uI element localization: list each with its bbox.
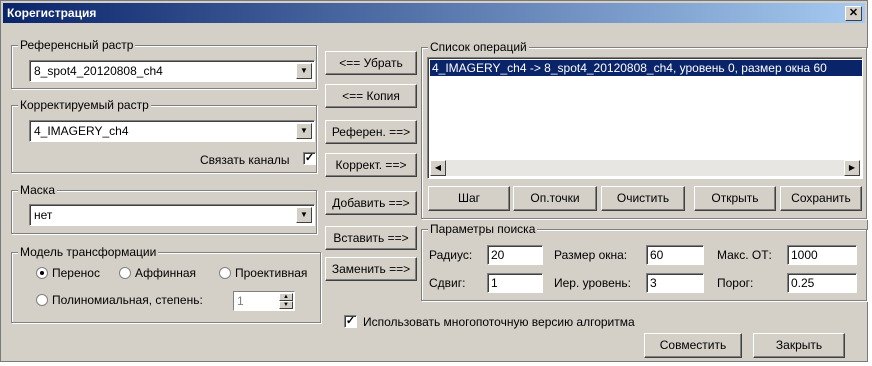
transform-model-group: Модель трансформации xyxy=(11,245,321,323)
chevron-down-icon[interactable]: ▼ xyxy=(296,63,312,79)
chevron-down-icon[interactable]: ▼ xyxy=(296,123,312,139)
transform-projective-radio[interactable] xyxy=(219,267,231,279)
step-button[interactable]: Шаг xyxy=(428,186,510,211)
transform-projective-label: Проективная xyxy=(235,266,308,280)
transform-affine-label: Аффинная xyxy=(135,266,197,280)
replace-button-label: Заменить ==> xyxy=(331,262,411,276)
title-bar: Корегистрация ✕ xyxy=(3,3,865,23)
window-size-label: Размер окна: xyxy=(554,248,628,262)
multithread-label: Использовать многопоточную версию алгори… xyxy=(363,315,635,329)
window-size-input[interactable]: 60 xyxy=(646,245,704,265)
transform-translate-label: Перенос xyxy=(52,266,100,280)
shift-input[interactable]: 1 xyxy=(487,273,543,293)
corrected-raster-label: Корректируемый растр xyxy=(18,98,151,112)
reference-button[interactable]: Референ. ==> xyxy=(325,120,417,144)
open-button-label: Открыть xyxy=(711,191,759,205)
mask-select[interactable]: нет ▼ xyxy=(29,204,315,226)
mask-value: нет xyxy=(34,208,53,222)
control-points-button-label: Оп.точки xyxy=(530,191,580,205)
reference-raster-label: Референсный растр xyxy=(18,38,136,52)
replace-button[interactable]: Заменить ==> xyxy=(325,257,417,281)
link-channels-checkbox[interactable]: ✓ xyxy=(303,152,316,165)
max-points-label: Макс. ОТ: xyxy=(717,248,772,262)
correct-button-label: Коррект. ==> xyxy=(335,158,407,172)
reference-button-label: Референ. ==> xyxy=(331,125,411,139)
scroll-right-icon[interactable]: ▶ xyxy=(844,160,860,176)
spin-down-icon[interactable]: ▼ xyxy=(279,301,293,309)
coregistration-dialog: Корегистрация ✕ Референсный растр 8_spot… xyxy=(0,0,868,362)
horizontal-scrollbar[interactable]: ◀ ▶ xyxy=(430,160,860,176)
radius-label: Радиус: xyxy=(429,248,473,262)
operations-label: Список операций xyxy=(428,40,529,54)
close-button-label: Закрыть xyxy=(775,338,823,352)
link-channels-label: Связать каналы xyxy=(200,153,290,167)
reference-raster-value: 8_spot4_20120808_ch4 xyxy=(34,64,163,78)
chevron-down-icon[interactable]: ▼ xyxy=(296,207,312,223)
add-button-label: Добавить ==> xyxy=(332,196,410,210)
step-button-label: Шаг xyxy=(457,191,481,205)
transform-polynomial-label: Полиномиальная, степень: xyxy=(52,293,203,307)
correct-button[interactable]: Коррект. ==> xyxy=(325,153,417,177)
threshold-label: Порог: xyxy=(717,276,754,290)
insert-button[interactable]: Вставить ==> xyxy=(325,226,417,250)
transform-model-label: Модель трансформации xyxy=(18,245,159,259)
search-params-label: Параметры поиска xyxy=(428,222,538,236)
clear-button-label: Очистить xyxy=(616,191,670,205)
remove-button-label: <== Убрать xyxy=(339,56,403,70)
close-button[interactable]: Закрыть xyxy=(753,333,845,358)
apply-button-label: Совместить xyxy=(659,338,727,352)
radius-input[interactable]: 20 xyxy=(487,245,543,265)
polynomial-degree-value: 1 xyxy=(237,294,244,308)
reference-raster-select[interactable]: 8_spot4_20120808_ch4 ▼ xyxy=(29,60,315,82)
add-button[interactable]: Добавить ==> xyxy=(325,191,417,215)
close-icon[interactable]: ✕ xyxy=(845,6,862,21)
insert-button-label: Вставить ==> xyxy=(333,231,409,245)
shift-label: Сдвиг: xyxy=(429,276,466,290)
corrected-raster-value: 4_IMAGERY_ch4 xyxy=(34,124,129,138)
mask-label: Маска xyxy=(18,183,57,197)
clear-button[interactable]: Очистить xyxy=(601,186,685,211)
copy-button-label: <== Копия xyxy=(342,89,400,103)
transform-translate-radio[interactable] xyxy=(36,267,48,279)
apply-button[interactable]: Совместить xyxy=(644,333,742,358)
window-title: Корегистрация xyxy=(7,6,97,20)
hierarchy-level-label: Иер. уровень: xyxy=(554,276,631,290)
max-points-input[interactable]: 1000 xyxy=(787,245,857,265)
multithread-checkbox[interactable]: ✓ xyxy=(344,315,357,328)
remove-button[interactable]: <== Убрать xyxy=(325,51,417,75)
hierarchy-level-input[interactable]: 3 xyxy=(646,273,704,293)
threshold-input[interactable]: 0.25 xyxy=(787,273,857,293)
spin-up-icon[interactable]: ▲ xyxy=(279,293,293,301)
corrected-raster-select[interactable]: 4_IMAGERY_ch4 ▼ xyxy=(29,120,315,142)
operations-list[interactable]: 4_IMAGERY_ch4 -> 8_spot4_20120808_ch4, у… xyxy=(427,57,863,179)
copy-button[interactable]: <== Копия xyxy=(325,84,417,108)
scroll-left-icon[interactable]: ◀ xyxy=(430,160,446,176)
transform-affine-radio[interactable] xyxy=(119,267,131,279)
polynomial-degree-spinner[interactable]: 1 ▲ ▼ xyxy=(233,291,295,311)
transform-polynomial-radio[interactable] xyxy=(36,294,48,306)
open-button[interactable]: Открыть xyxy=(694,186,776,211)
save-button[interactable]: Сохранить xyxy=(780,186,862,211)
control-points-button[interactable]: Оп.точки xyxy=(513,186,597,211)
list-item[interactable]: 4_IMAGERY_ch4 -> 8_spot4_20120808_ch4, у… xyxy=(430,60,862,76)
save-button-label: Сохранить xyxy=(791,191,851,205)
